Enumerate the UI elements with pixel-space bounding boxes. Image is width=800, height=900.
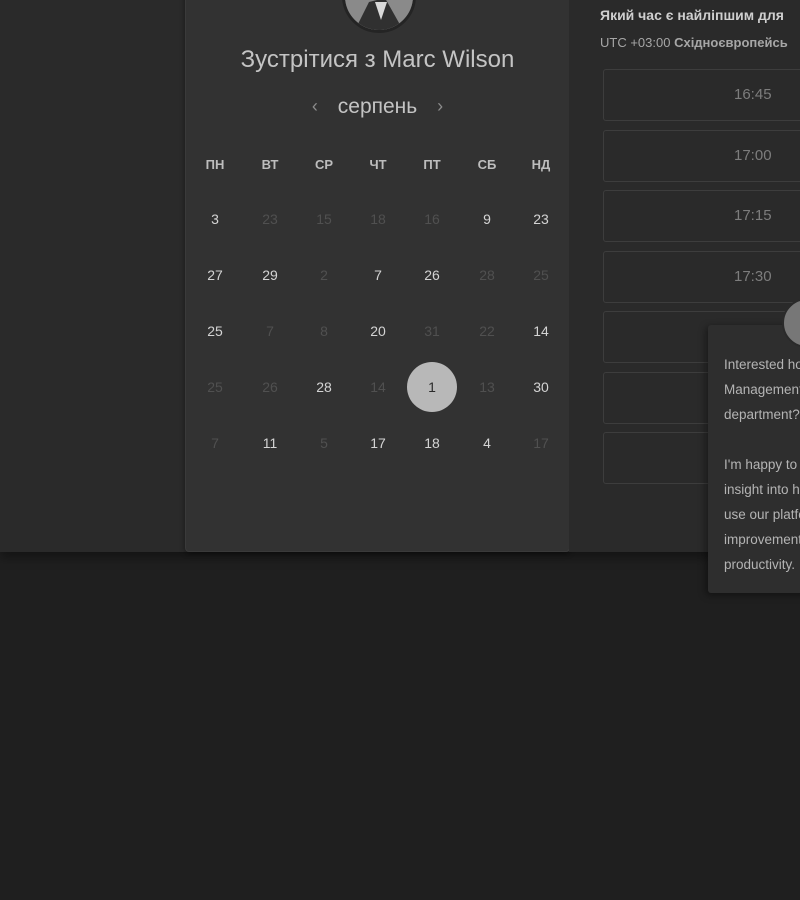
calendar-day: 13 [479,379,495,395]
time-question-heading: Який час є найліпшим для [600,7,784,23]
chat-popup: Interested how Management department? I'… [708,325,800,593]
calendar-day: 23 [262,211,278,227]
calendar-day: 22 [479,323,495,339]
time-slot-label: 17:00 [734,146,772,164]
calendar-day[interactable]: 28 [299,362,349,412]
calendar-day: 16 [424,211,440,227]
calendar-day: 7 [266,323,274,339]
calendar-day[interactable]: 3 [190,194,240,244]
calendar-day[interactable]: 9 [462,194,512,244]
calendar-day: 25 [207,379,223,395]
timezone-offset: UTC +03:00 [600,35,671,50]
calendar-day: 7 [211,435,219,451]
time-slot-button[interactable]: 16:45 [603,69,800,121]
calendar-day: 5 [320,435,328,451]
time-slot-label: 16:45 [734,86,772,103]
calendar-day[interactable]: 4 [462,418,512,468]
calendar-day: 31 [424,323,440,339]
calendar-day[interactable]: 23 [516,194,566,244]
chat-message: Interested how Management department? I'… [724,357,800,572]
calendar-day[interactable]: 30 [516,362,566,412]
calendar-day: 15 [316,211,332,227]
calendar-day[interactable]: 27 [190,250,240,300]
calendar-day[interactable]: 18 [407,418,457,468]
calendar-day[interactable]: 20 [353,306,403,356]
time-slot-label: 17:15 [734,207,772,224]
calendar-day[interactable]: 29 [245,250,295,300]
calendar-day-grid: 3 23 15 18 16 9 23 27 29 2 7 26 28 25 25 7 8 20 31 22 14 25 26… [186,0,569,551]
calendar-day[interactable]: 25 [190,306,240,356]
time-slot-button[interactable]: 17:00 [603,129,800,182]
calendar-day: 8 [320,323,328,339]
calendar-day: 28 [479,267,495,283]
calendar-day[interactable]: 17 [353,418,403,468]
calendar-day: 2 [320,267,328,283]
timezone-selector[interactable]: UTC +03:00 Східноєвропейсь [600,35,788,50]
calendar-card: Зустрітися з Marc Wilson ‹ серпень › ПН В… [185,0,570,552]
time-slot-button[interactable]: 17:30 [603,250,800,303]
calendar-day[interactable]: 14 [516,306,566,356]
calendar-day: 18 [370,211,386,227]
calendar-day[interactable]: 11 [245,418,295,468]
calendar-day: 14 [370,379,386,395]
calendar-day: 25 [533,267,549,283]
time-slot-label: 17:30 [734,267,772,285]
timezone-name: Східноєвропейсь [674,35,788,50]
calendar-day: 17 [533,435,549,451]
calendar-day-selected[interactable]: 1 [407,362,457,412]
calendar-day[interactable]: 7 [353,250,403,300]
time-slot-button[interactable]: 17:15 [603,190,800,242]
calendar-day[interactable]: 26 [407,250,457,300]
calendar-day: 26 [262,379,278,395]
